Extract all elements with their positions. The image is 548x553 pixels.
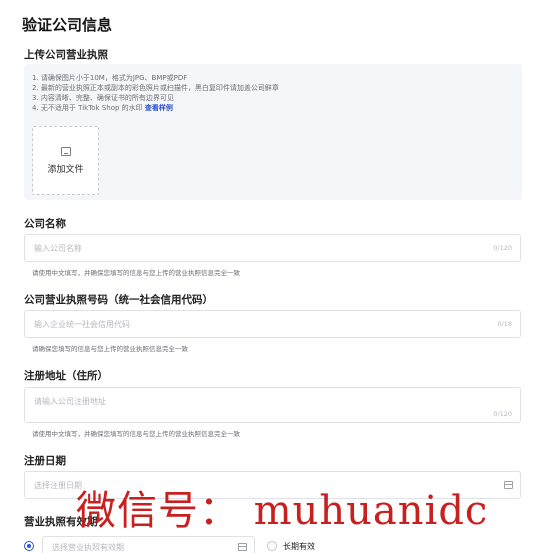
upload-area: 1. 请确保图片小于10M，格式为JPG、BMP或PDF 2. 最新的营业执照正… [24, 64, 522, 200]
long-term-radio[interactable] [267, 541, 277, 551]
address-textarea[interactable]: 请输入公司注册地址 0/120 [24, 387, 521, 423]
view-sample-link[interactable]: 查看样例 [145, 104, 173, 112]
add-file-label: 添加文件 [47, 164, 84, 175]
validity-placeholder: 选择营业执照有效期 [52, 543, 124, 552]
upload-license-label: 上传公司营业执照 [24, 49, 108, 61]
license-number-input[interactable]: 输入企业统一社会信用代码 0/18 [24, 310, 521, 338]
hint-line-4-text: 4. 无不适用于 TikTok Shop 的水印 [32, 104, 143, 112]
address-label: 注册地址（住所） [24, 370, 108, 382]
image-icon [60, 146, 71, 156]
company-name-help: 请使用中文填写，并确保您填写的信息与您上传的营业执照信息完全一致 [32, 269, 240, 277]
hint-line-2: 2. 最新的营业执照正本或副本的彩色照片或扫描件，黑白复印件请加盖公司鲜章 [32, 84, 279, 92]
company-name-input[interactable]: 输入公司名称 0/120 [24, 234, 521, 262]
company-name-placeholder: 输入公司名称 [34, 244, 82, 253]
company-name-counter: 0/120 [493, 244, 512, 252]
reg-date-placeholder: 选择注册日期 [34, 481, 82, 490]
license-number-counter: 0/18 [497, 320, 512, 328]
add-file-button[interactable]: 添加文件 [32, 126, 99, 195]
address-counter: 0/120 [493, 410, 512, 418]
hint-line-3: 3. 内容清晰、完整、确保证书的所有边界可见 [32, 94, 174, 102]
hint-line-4: 4. 无不适用于 TikTok Shop 的水印 查看样例 [32, 103, 279, 113]
wechat-watermark: 微信号： muhuanidc [76, 488, 489, 534]
validity-date-picker[interactable]: 选择营业执照有效期 [42, 536, 255, 553]
calendar-icon [504, 481, 513, 489]
validity-range-radio[interactable] [24, 541, 34, 551]
verify-company-page: 验证公司信息 上传公司营业执照 1. 请确保图片小于10M，格式为JPG、BMP… [0, 0, 548, 553]
address-help: 请使用中文填写，并确保您填写的信息与您上传的营业执照信息完全一致 [32, 430, 240, 438]
license-number-placeholder: 输入企业统一社会信用代码 [34, 320, 130, 329]
hint-line-1: 1. 请确保图片小于10M，格式为JPG、BMP或PDF [32, 74, 188, 82]
reg-date-label: 注册日期 [24, 455, 66, 467]
page-title: 验证公司信息 [22, 16, 113, 34]
long-term-label: 长期有效 [283, 542, 315, 551]
calendar-icon [238, 543, 247, 551]
license-number-help: 请确保您填写的信息与您上传的营业执照信息完全一致 [32, 345, 188, 353]
company-name-label: 公司名称 [24, 218, 66, 230]
address-placeholder: 请输入公司注册地址 [34, 397, 106, 406]
upload-hints: 1. 请确保图片小于10M，格式为JPG、BMP或PDF 2. 最新的营业执照正… [32, 73, 279, 113]
license-number-label: 公司营业执照号码（统一社会信用代码） [24, 294, 213, 306]
